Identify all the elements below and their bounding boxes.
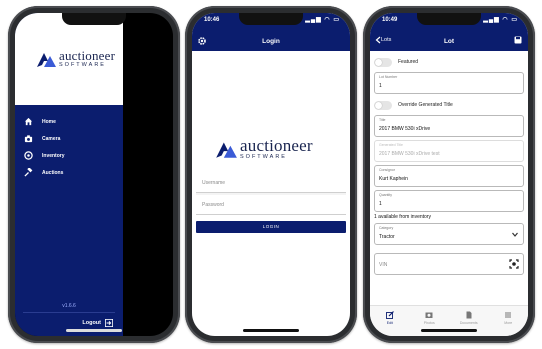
tab-label: Documents bbox=[459, 321, 478, 325]
featured-toggle[interactable] bbox=[374, 57, 392, 67]
documents-icon bbox=[466, 311, 472, 319]
side-drawer: auctioneer SOFTWARE Home Camera Inventor… bbox=[15, 13, 123, 336]
page-title: Lot bbox=[443, 38, 455, 45]
vin-placeholder: VIN bbox=[379, 262, 388, 268]
logout-button[interactable]: Logout bbox=[82, 319, 113, 327]
camera-icon bbox=[24, 135, 33, 143]
tab-label: More bbox=[504, 321, 513, 325]
vin-field[interactable]: VIN bbox=[374, 253, 524, 275]
brand-name: auctioneer bbox=[240, 136, 313, 155]
brand-logo: auctioneer SOFTWARE bbox=[214, 137, 313, 161]
tab-label: Edit bbox=[386, 321, 393, 325]
signal-wifi-battery-icon: ▂▄▆ ◠ ▭ bbox=[483, 17, 518, 23]
more-icon bbox=[505, 312, 512, 318]
login-screen: 10:46 ▂▄▆ ◠ ▭ Login auctioneer SOFTWARE … bbox=[192, 13, 350, 336]
field-label: Lot Number bbox=[379, 75, 398, 79]
tab-label: Photos bbox=[423, 321, 435, 325]
drawer-header: auctioneer SOFTWARE bbox=[15, 13, 123, 105]
brand-tagline: SOFTWARE bbox=[59, 62, 106, 68]
override-title-label: Override Generated Title bbox=[398, 102, 453, 108]
menu-item-camera[interactable]: Camera bbox=[15, 130, 123, 147]
field-value: Tractor bbox=[379, 234, 395, 240]
notch bbox=[62, 13, 126, 25]
username-placeholder: Username bbox=[202, 179, 226, 186]
menu-item-label: Auctions bbox=[42, 169, 64, 176]
lot-screen: 10:49 ▂▄▆ ◠ ▭ Lots Lot Featured Lot Numb… bbox=[370, 13, 528, 336]
logout-icon bbox=[105, 319, 113, 327]
menu-item-label: Home bbox=[42, 118, 56, 125]
signal-wifi-battery-icon: ▂▄▆ ◠ ▭ bbox=[305, 17, 340, 23]
featured-row: Featured bbox=[374, 55, 524, 69]
field-label: Title bbox=[379, 118, 386, 122]
logout-label: Logout bbox=[82, 320, 101, 326]
lot-number-field[interactable]: Lot Number 1 bbox=[374, 72, 524, 94]
logo-mark-icon bbox=[37, 52, 56, 67]
override-title-row: Override Generated Title bbox=[374, 98, 524, 112]
logo-mark-icon bbox=[216, 142, 237, 158]
page-title: Login bbox=[262, 38, 280, 45]
tab-more[interactable]: More bbox=[489, 306, 529, 336]
title-field[interactable]: Title 2017 BMW 530i xDrive bbox=[374, 115, 524, 137]
brand-logo: auctioneer SOFTWARE bbox=[35, 49, 115, 69]
menu-item-home[interactable]: Home bbox=[15, 113, 123, 130]
phone-lot: 10:49 ▂▄▆ ◠ ▭ Lots Lot Featured Lot Numb… bbox=[363, 6, 535, 343]
consignor-field[interactable]: Consignor Kurt Kaphein bbox=[374, 165, 524, 187]
home-icon bbox=[24, 117, 33, 126]
login-button[interactable]: LOGIN bbox=[196, 221, 346, 233]
phone-login: 10:46 ▂▄▆ ◠ ▭ Login auctioneer SOFTWARE … bbox=[185, 6, 357, 343]
home-indicator bbox=[66, 329, 122, 332]
gavel-icon bbox=[24, 168, 33, 177]
override-title-toggle[interactable] bbox=[374, 100, 392, 110]
home-indicator bbox=[421, 329, 477, 332]
status-time: 10:49 bbox=[382, 17, 398, 23]
brand-name: auctioneer bbox=[59, 48, 116, 63]
category-select[interactable]: Category Tractor bbox=[374, 223, 524, 245]
inventory-icon bbox=[24, 151, 33, 160]
field-value: 1 bbox=[379, 83, 382, 89]
generated-title-field: Generated Title 2017 BMW 530i xDrive tes… bbox=[374, 140, 524, 162]
drawer-menu: Home Camera Inventory Auctions bbox=[15, 113, 123, 181]
phone-drawer: auctioneer SOFTWARE Home Camera Inventor… bbox=[8, 6, 180, 343]
tab-edit[interactable]: Edit bbox=[370, 306, 410, 336]
field-label: Generated Title bbox=[379, 143, 403, 147]
featured-label: Featured bbox=[398, 59, 419, 65]
field-value: 2017 BMW 530i xDrive test bbox=[379, 151, 440, 157]
quantity-field[interactable]: Quantity 1 bbox=[374, 190, 524, 212]
available-note: 1 available from inventory bbox=[374, 214, 431, 220]
app-version: v1.6.6 bbox=[62, 303, 76, 309]
field-value: 2017 BMW 530i xDrive bbox=[379, 126, 431, 132]
field-label: Quantity bbox=[379, 193, 393, 197]
save-square-icon[interactable] bbox=[514, 36, 522, 44]
password-field[interactable]: Password bbox=[196, 195, 346, 215]
scan-icon[interactable] bbox=[509, 259, 519, 269]
home-indicator bbox=[243, 329, 299, 332]
photos-icon bbox=[425, 312, 433, 318]
username-field[interactable]: Username bbox=[196, 173, 346, 193]
field-value: 1 bbox=[379, 201, 382, 207]
menu-item-auctions[interactable]: Auctions bbox=[15, 164, 123, 181]
field-value: Kurt Kaphein bbox=[379, 176, 408, 182]
notch bbox=[239, 13, 303, 25]
status-time: 10:46 bbox=[204, 17, 220, 23]
drawer-screen: auctioneer SOFTWARE Home Camera Inventor… bbox=[15, 13, 173, 336]
field-label: Consignor bbox=[379, 168, 395, 172]
divider bbox=[23, 312, 115, 313]
chevron-down-icon bbox=[512, 232, 518, 237]
edit-icon bbox=[385, 311, 394, 319]
notch bbox=[417, 13, 481, 25]
brand-tagline: SOFTWARE bbox=[240, 154, 287, 160]
menu-item-label: Camera bbox=[42, 135, 61, 142]
menu-item-inventory[interactable]: Inventory bbox=[15, 147, 123, 164]
menu-item-label: Inventory bbox=[42, 152, 65, 159]
field-label: Category bbox=[379, 226, 394, 230]
password-placeholder: Password bbox=[202, 201, 224, 208]
